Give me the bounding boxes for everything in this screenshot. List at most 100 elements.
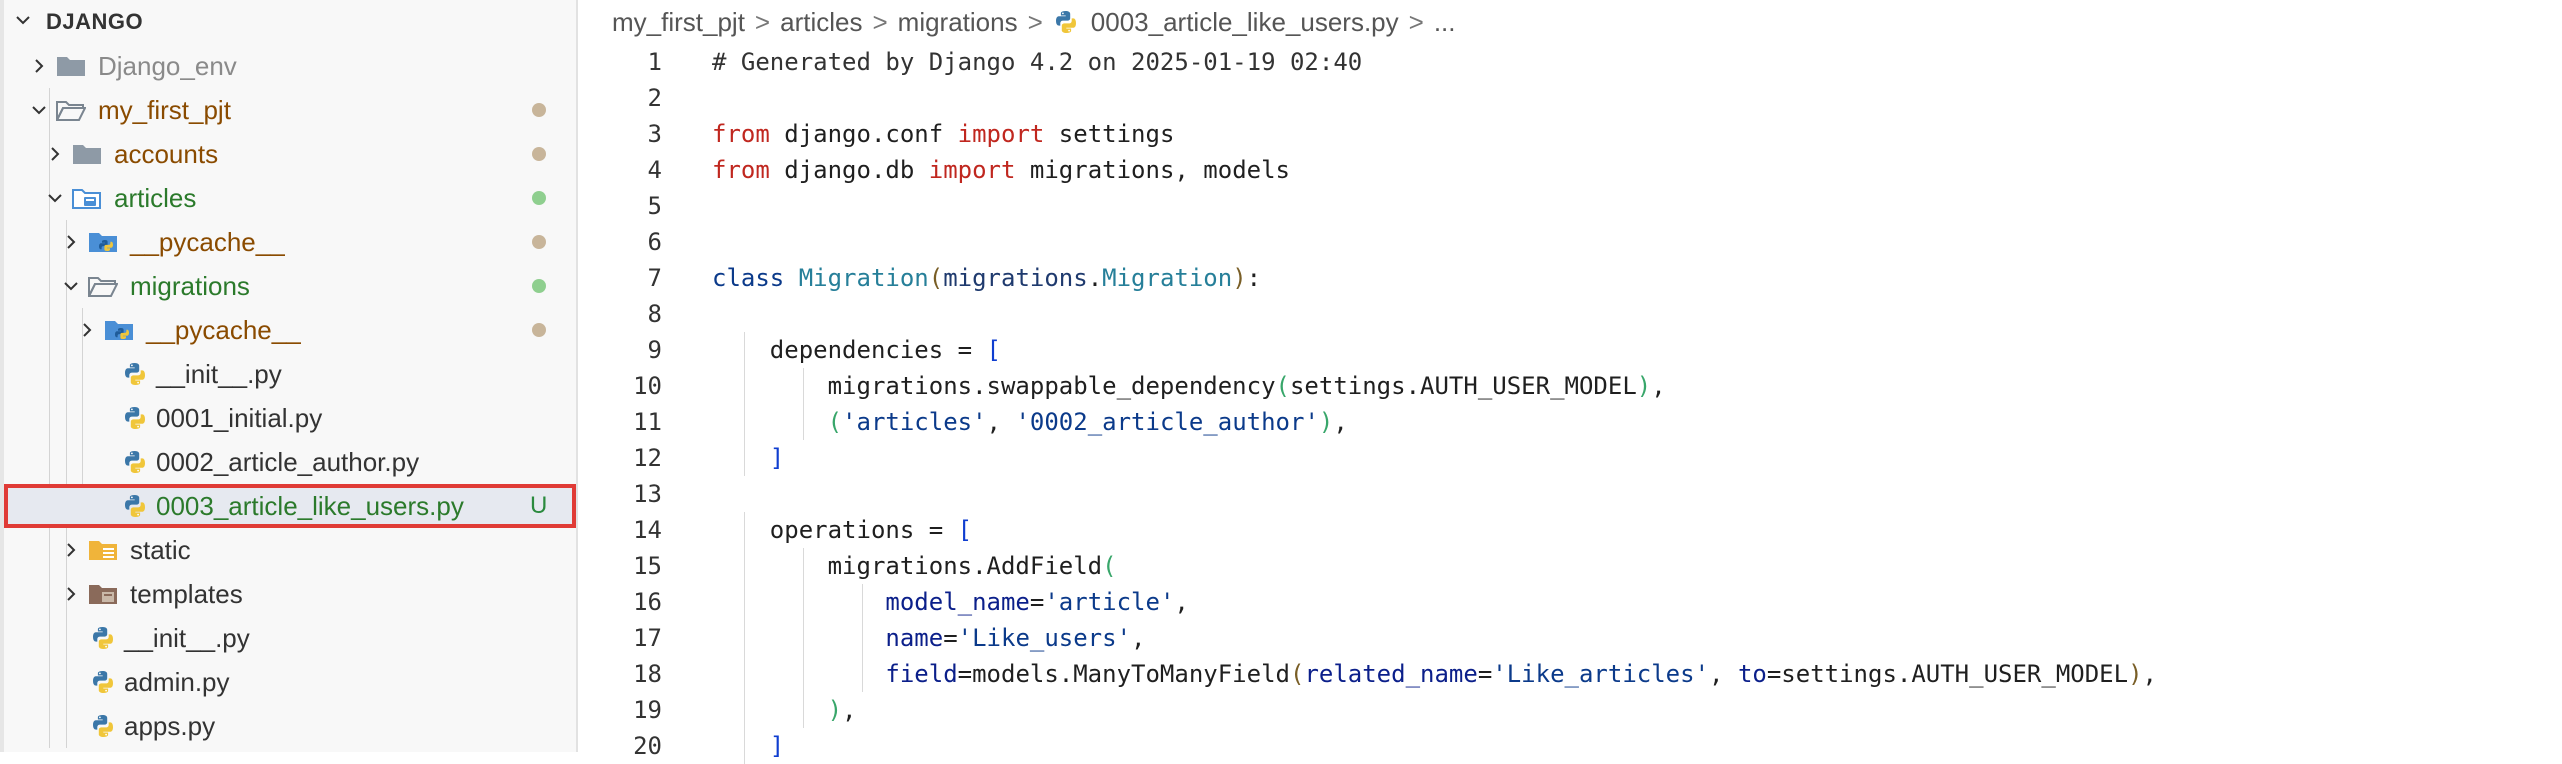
code-line[interactable]: 16 model_name='article', <box>580 584 2562 620</box>
chevron-down-icon[interactable] <box>28 99 50 121</box>
breadcrumb-item-file[interactable]: 0003_article_like_users.py <box>1091 7 1399 38</box>
code-line[interactable]: 20 ] <box>580 728 2562 764</box>
folder-icon <box>88 581 118 607</box>
chevron-right-icon: > <box>1408 6 1424 37</box>
chevron-down-icon[interactable] <box>44 187 66 209</box>
code-token: # Generated by Django 4.2 on 2025-01-19 … <box>712 48 1363 76</box>
explorer-section-header[interactable]: DJANGO <box>4 0 576 44</box>
code-line[interactable]: 19 ), <box>580 692 2562 728</box>
code-line[interactable]: 5 <box>580 188 2562 224</box>
code-line[interactable]: 7 class Migration(migrations.Migration): <box>580 260 2562 296</box>
line-number: 20 <box>633 732 662 760</box>
code-line[interactable]: 17 name='Like_users', <box>580 620 2562 656</box>
code-token: , <box>1333 408 1348 436</box>
chevron-right-icon[interactable] <box>28 55 50 77</box>
code-line[interactable]: 1 # Generated by Django 4.2 on 2025-01-19… <box>580 44 2562 80</box>
tree-file-item[interactable]: 0002_article_author.py <box>4 440 576 484</box>
code-token: from <box>712 156 770 184</box>
code-line[interactable]: 12 ] <box>580 440 2562 476</box>
chevron-right-icon[interactable] <box>44 143 66 165</box>
code-line[interactable]: 10 migrations.swappable_dependency(setti… <box>580 368 2562 404</box>
tree-item-label: __init__.py <box>124 622 250 653</box>
code-token: 'Like_articles' <box>1492 660 1710 688</box>
tree-file-item[interactable]: admin.py <box>4 660 576 704</box>
line-number: 12 <box>633 444 662 472</box>
code-line[interactable]: 3 from django.conf import settings <box>580 116 2562 152</box>
code-token: [ <box>957 516 973 544</box>
chevron-down-icon[interactable] <box>60 275 82 297</box>
tree-folder-item[interactable]: templates <box>4 572 576 616</box>
line-number: 1 <box>647 48 662 76</box>
tree-folder-item[interactable]: articles <box>4 176 576 220</box>
code-token: , <box>1131 624 1146 652</box>
tree-folder-item[interactable]: __pycache__ <box>4 308 576 352</box>
code-line[interactable]: 11 ('articles', '0002_article_author'), <box>580 404 2562 440</box>
code-line[interactable]: 13 <box>580 476 2562 512</box>
code-line[interactable]: 4 from django.db import migrations, model… <box>580 152 2562 188</box>
code-line[interactable]: 6 <box>580 224 2562 260</box>
code-line[interactable]: 9 dependencies = [ <box>580 332 2562 368</box>
code-token: django.db <box>769 156 929 184</box>
tree-folder-item[interactable]: static <box>4 528 576 572</box>
line-number: 5 <box>647 192 662 220</box>
breadcrumb-item-symbol[interactable]: ... <box>1434 7 1456 38</box>
line-number: 3 <box>647 120 662 148</box>
code-token: 'Like_users' <box>957 624 1132 652</box>
tree-folder-item[interactable]: Django_env <box>4 44 576 88</box>
code-editor[interactable]: my_first_pjt > articles > migrations > 0… <box>580 0 2562 764</box>
git-untracked-badge: U <box>530 492 548 519</box>
code-token: django.conf <box>769 120 958 148</box>
line-number: 11 <box>633 408 662 436</box>
line-number: 16 <box>633 588 662 616</box>
git-status-dot <box>532 279 546 293</box>
folder-open-icon <box>87 273 119 299</box>
python-file-icon <box>122 449 152 475</box>
code-line[interactable]: 2 <box>580 80 2562 116</box>
code-line[interactable]: 8 <box>580 296 2562 332</box>
line-number: 2 <box>647 84 662 112</box>
code-text: ('articles', '0002_article_author'), <box>712 404 1348 440</box>
code-token: import <box>957 120 1045 148</box>
breadcrumb-item-project[interactable]: my_first_pjt <box>612 7 745 38</box>
breadcrumb-item-articles[interactable]: articles <box>780 7 862 38</box>
chevron-right-icon[interactable] <box>76 319 98 341</box>
code-token: to <box>1737 660 1767 688</box>
tree-folder-item[interactable]: __pycache__ <box>4 220 576 264</box>
code-area[interactable]: 1 # Generated by Django 4.2 on 2025-01-19… <box>580 44 2562 764</box>
breadcrumb-item-migrations[interactable]: migrations <box>898 7 1018 38</box>
code-token: = <box>1477 660 1493 688</box>
code-token: operations = <box>712 516 958 544</box>
tree-file-item[interactable]: apps.py <box>4 704 576 748</box>
tree-folder-item[interactable]: accounts <box>4 132 576 176</box>
code-line[interactable]: 18 field=models.ManyToManyField(related_… <box>580 656 2562 692</box>
code-token: ( <box>928 264 944 292</box>
code-token: ) <box>1636 372 1652 400</box>
code-line[interactable]: 15 migrations.AddField( <box>580 548 2562 584</box>
tree-item-label: 0003_article_like_users.py <box>156 490 464 521</box>
code-token: , <box>1174 588 1189 616</box>
code-token: '0002_article_author' <box>1015 408 1319 436</box>
tree-folder-item[interactable]: my_first_pjt <box>4 88 576 132</box>
code-token: field <box>885 660 958 688</box>
tree-file-item[interactable]: 0001_initial.py <box>4 396 576 440</box>
tree-item-label: __init__.py <box>156 358 282 389</box>
line-number: 7 <box>647 264 662 292</box>
tree-item-label: apps.py <box>124 710 216 741</box>
code-line[interactable]: 14 operations = [ <box>580 512 2562 548</box>
tree-file-item[interactable]: __init__.py <box>4 616 576 660</box>
tree-file-item[interactable]: 0003_article_like_users.py U <box>4 484 576 528</box>
chevron-right-icon[interactable] <box>60 539 82 561</box>
git-status-dot <box>532 147 546 161</box>
python-file-icon <box>122 405 152 431</box>
code-token: , <box>986 408 1016 436</box>
code-token: ) <box>1318 408 1334 436</box>
code-text: # Generated by Django 4.2 on 2025-01-19 … <box>712 44 1362 80</box>
chevron-right-icon[interactable] <box>60 231 82 253</box>
tree-folder-item[interactable]: migrations <box>4 264 576 308</box>
chevron-right-icon[interactable] <box>60 583 82 605</box>
line-number: 19 <box>633 696 662 724</box>
tree-file-item[interactable]: __init__.py <box>4 352 576 396</box>
